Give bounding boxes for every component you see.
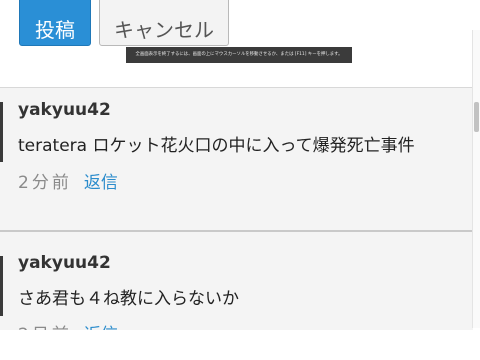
fullscreen-exit-hint: 全画面表示を終了するには、画面の上にマウスカーソルを移動させるか、または [F1… [126, 47, 352, 63]
scrollbar-thumb[interactable] [474, 102, 479, 132]
comment-text: さあ君も４ね教に入らないか [18, 289, 239, 309]
post-button[interactable]: 投稿 [19, 0, 91, 46]
comment-accent-bar [0, 102, 3, 162]
cancel-button[interactable]: キャンセル [99, 0, 229, 46]
page-background [0, 330, 480, 360]
vertical-scrollbar[interactable] [472, 30, 480, 328]
comment-meta: 2分前 返信 [18, 168, 118, 193]
comment-username[interactable]: yakyuu42 [18, 253, 111, 273]
comment-card: yakyuu42 teratera ロケット花火口の中に入って爆発死亡事件 2分… [0, 87, 473, 230]
comment-text: teratera ロケット花火口の中に入って爆発死亡事件 [18, 136, 415, 156]
comment-accent-bar [0, 256, 3, 316]
reply-link[interactable]: 返信 [84, 173, 118, 193]
page-viewport: 投稿 キャンセル 全画面表示を終了するには、画面の上にマウスカーソルを移動させる… [0, 0, 480, 360]
comment-card: yakyuu42 さあ君も４ね教に入らないか 2日前返信 [0, 230, 473, 345]
comment-username[interactable]: yakyuu42 [18, 100, 111, 120]
comment-time: 2分前 [18, 173, 72, 193]
